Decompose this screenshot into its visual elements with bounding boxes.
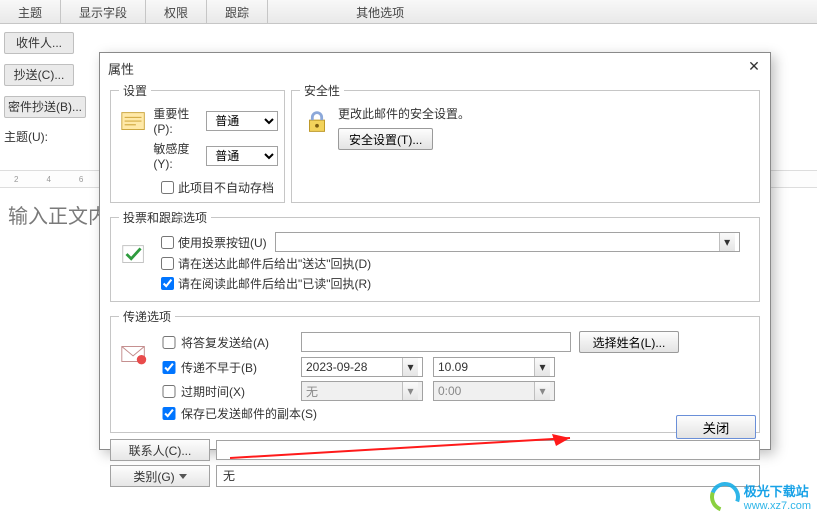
watermark-url: www.xz7.com (744, 500, 811, 512)
expire-label: 过期时间(X) (181, 383, 301, 400)
chevron-down-icon (179, 474, 187, 479)
use-vote-checkbox[interactable] (161, 236, 174, 249)
save-copy-label: 保存已发送邮件的副本(S) (181, 405, 317, 422)
sensitivity-label: 敏感度(Y): (153, 140, 202, 171)
read-receipt-checkbox[interactable] (161, 277, 174, 290)
ribbon-tab-tracking[interactable]: 跟踪 (207, 0, 268, 23)
security-settings-button[interactable]: 安全设置(T)... (338, 128, 433, 150)
ribbon-tab-subject[interactable]: 主题 (0, 0, 61, 23)
auto-archive-label: 此项目不自动存档 (178, 179, 274, 196)
subject-label: 主题(U): (4, 128, 96, 145)
bcc-button[interactable]: 密件抄送(B)... (4, 96, 86, 118)
delivery-legend: 传递选项 (119, 308, 175, 325)
category-button[interactable]: 类别(G) (110, 465, 210, 487)
body-placeholder[interactable]: 输入正文内 (8, 200, 108, 229)
vote-icon (119, 240, 149, 273)
delivery-fieldset: 传递选项 将答复发送给(A) 选择姓名(L)... 传递不早于(B) 2023-… (110, 308, 760, 433)
contacts-button[interactable]: 联系人(C)... (110, 439, 210, 461)
select-contacts-button[interactable]: 选择姓名(L)... (579, 331, 679, 353)
reply-to-input[interactable] (301, 332, 571, 352)
watermark-logo-icon (705, 477, 745, 516)
chevron-down-icon: ▾ (402, 382, 418, 400)
lock-icon (300, 105, 334, 139)
ribbon: 主题 显示字段 权限 跟踪 其他选项 (0, 0, 817, 24)
dialog-titlebar: 属性 ✕ (100, 53, 770, 82)
security-desc: 更改此邮件的安全设置。 (338, 105, 470, 122)
envelope-icon (119, 339, 149, 372)
chevron-down-icon: ▾ (534, 382, 550, 400)
read-receipt-label: 请在阅读此邮件后给出"已读"回执(R) (178, 275, 371, 292)
security-fieldset: 安全性 更改此邮件的安全设置。 安全设置(T)... (291, 82, 760, 203)
delivery-receipt-checkbox[interactable] (161, 257, 174, 270)
importance-select[interactable]: 普通 (206, 111, 278, 131)
dialog-title: 属性 (108, 59, 134, 78)
security-legend: 安全性 (300, 82, 344, 99)
use-vote-label: 使用投票按钮(U) (178, 234, 267, 251)
delivery-receipt-label: 请在送达此邮件后给出"送达"回执(D) (178, 255, 371, 272)
contacts-input[interactable] (216, 440, 760, 460)
not-before-time[interactable]: 10.09▾ (433, 357, 555, 377)
save-copy-checkbox[interactable] (161, 407, 177, 420)
importance-label: 重要性(P): (153, 105, 202, 136)
sensitivity-select[interactable]: 普通 (206, 146, 278, 166)
settings-legend: 设置 (119, 82, 151, 99)
not-before-checkbox[interactable] (161, 361, 177, 374)
not-before-label: 传递不早于(B) (181, 359, 301, 376)
expire-date[interactable]: 无▾ (301, 381, 423, 401)
auto-archive-checkbox[interactable] (161, 181, 174, 194)
compose-header: 收件人... 抄送(C)... 密件抄送(B)... 主题(U): (0, 28, 100, 149)
properties-dialog: 属性 ✕ 设置 重要性(P): 普通 (99, 52, 771, 450)
expire-checkbox[interactable] (161, 385, 177, 398)
vote-legend: 投票和跟踪选项 (119, 209, 211, 226)
chevron-down-icon: ▾ (534, 358, 550, 376)
close-button[interactable]: 关闭 (676, 415, 756, 439)
close-icon[interactable]: ✕ (746, 59, 762, 75)
ribbon-tab-permission[interactable]: 权限 (146, 0, 207, 23)
watermark-name: 极光下载站 (744, 481, 811, 500)
reply-to-label: 将答复发送给(A) (181, 334, 301, 351)
cc-button[interactable]: 抄送(C)... (4, 64, 74, 86)
chevron-down-icon: ▾ (719, 233, 735, 251)
chevron-down-icon: ▾ (402, 358, 418, 376)
vote-combo[interactable]: ▾ (275, 232, 740, 252)
settings-icon (119, 105, 149, 139)
reply-to-checkbox[interactable] (161, 336, 177, 349)
to-button[interactable]: 收件人... (4, 32, 74, 54)
vote-fieldset: 投票和跟踪选项 使用投票按钮(U) ▾ 请在送达此邮件后给出"送达"回执(D) … (110, 209, 760, 302)
expire-time[interactable]: 0:00▾ (433, 381, 555, 401)
ribbon-tab-other[interactable]: 其他选项 (338, 0, 422, 23)
settings-fieldset: 设置 重要性(P): 普通 敏感度(Y): (110, 82, 285, 203)
watermark: 极光下载站 www.xz7.com (710, 481, 811, 512)
category-value: 无 (216, 465, 760, 487)
ribbon-tab-fields[interactable]: 显示字段 (61, 0, 146, 23)
not-before-date[interactable]: 2023-09-28▾ (301, 357, 423, 377)
